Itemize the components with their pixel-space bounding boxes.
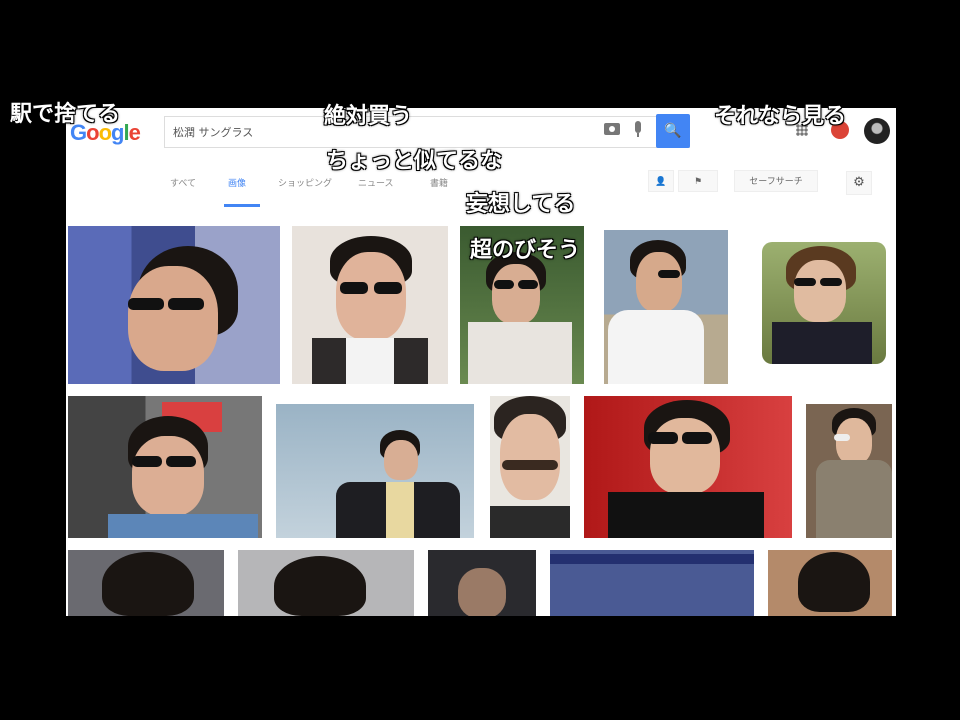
tab-news[interactable]: ニュース [358,176,394,189]
image-result[interactable] [428,550,536,616]
image-result[interactable] [238,550,414,616]
filter-button[interactable]: ⚑ [678,170,718,192]
image-result[interactable] [68,396,262,538]
camera-icon[interactable] [604,123,620,135]
image-result[interactable] [490,396,570,538]
microphone-icon[interactable] [635,121,641,137]
image-result[interactable] [762,242,886,364]
overlay-comment: ちょっと似てるな [326,149,503,174]
image-result[interactable] [68,226,280,384]
overlay-comment: 駅で捨てる [10,102,121,127]
image-results-grid [66,208,896,616]
image-result[interactable] [604,230,728,384]
image-result[interactable] [550,550,754,616]
gear-icon[interactable]: ⚙ [846,171,872,195]
tab-all[interactable]: すべて [170,176,196,189]
browser-window: Google 🔍 すべて 画像 ショッピング ニュース 書籍 👤 ⚑ セーフサー… [66,108,896,616]
tab-images[interactable]: 画像 [228,176,246,189]
safesearch-button[interactable]: セーフサーチ [734,170,818,192]
user-filter-button[interactable]: 👤 [648,170,674,192]
tab-books[interactable]: 書籍 [430,176,448,189]
overlay-comment: 絶対買う [324,104,413,129]
active-tab-indicator [224,204,260,207]
overlay-comment: 超のびそう [470,238,581,263]
tab-shopping[interactable]: ショッピング [278,176,332,189]
avatar[interactable] [864,118,890,144]
overlay-comment: それなら見る [714,104,847,129]
image-result[interactable] [68,550,224,616]
search-button[interactable]: 🔍 [656,114,690,148]
image-result[interactable] [768,550,892,616]
image-result[interactable] [806,404,892,538]
person-icon: 👤 [655,177,667,187]
image-result[interactable] [584,396,792,538]
image-result[interactable] [276,404,474,538]
image-result[interactable] [292,226,448,384]
overlay-comment: 妄想してる [466,192,576,217]
filter-icon: ⚑ [693,177,703,187]
